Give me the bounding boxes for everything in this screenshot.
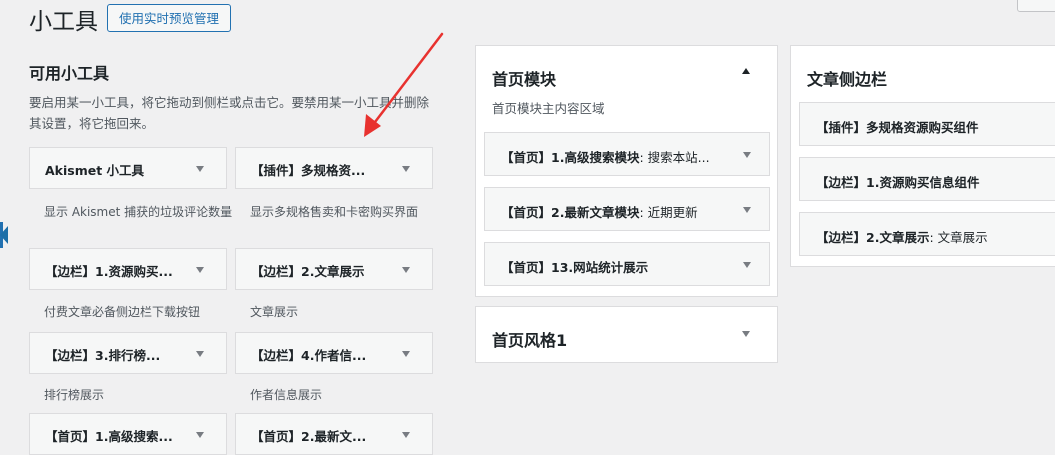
annotation-arrow-icon (364, 32, 444, 137)
